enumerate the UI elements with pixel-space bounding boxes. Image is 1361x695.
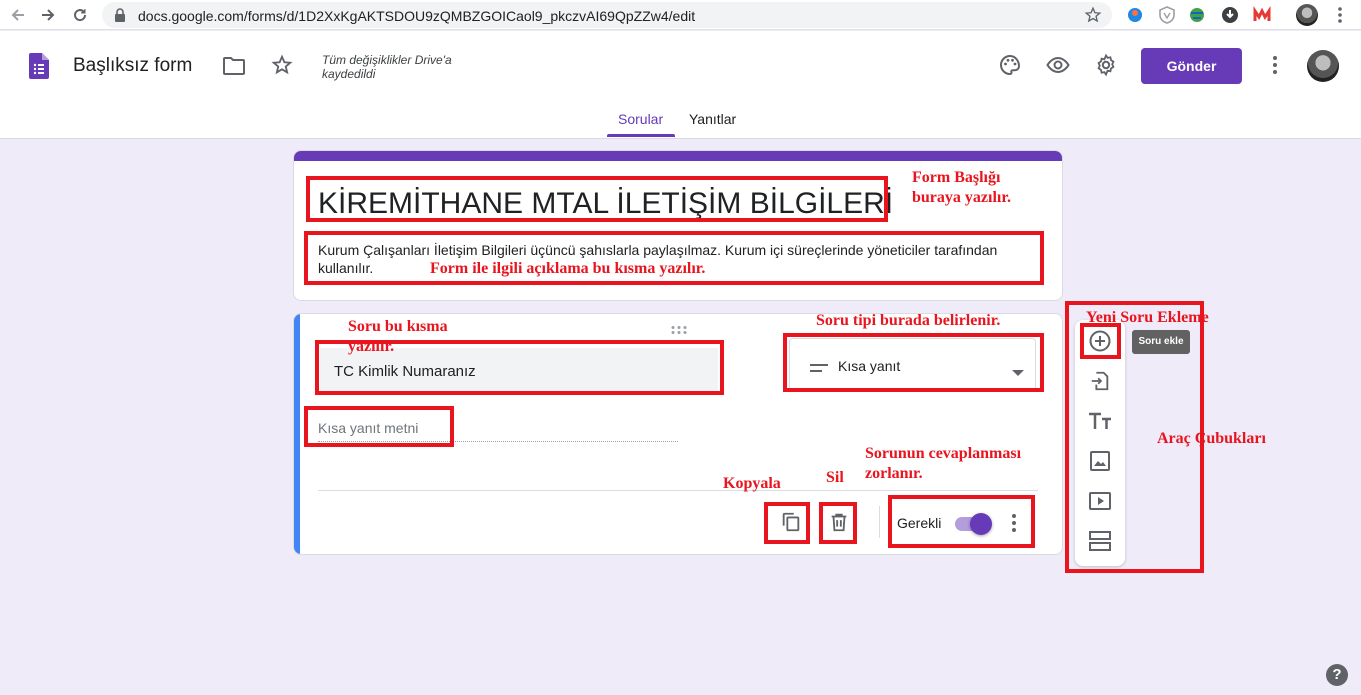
annotation-form-description: Form ile ilgili açıklama bu kısma yazılı…	[430, 260, 706, 277]
folder-icon[interactable]	[221, 53, 247, 79]
help-icon[interactable]: ?	[1326, 664, 1348, 686]
card-accent-bar	[294, 151, 1062, 161]
bookmark-star-icon[interactable]	[1084, 6, 1102, 29]
address-bar[interactable]: docs.google.com/forms/d/1D2XxKgAKTSDOU9z…	[102, 2, 1112, 28]
card-divider	[318, 490, 1038, 491]
annotation-box-answer	[304, 406, 454, 447]
annotation-form-title: Form Başlığı buraya yazılır.	[912, 169, 1011, 206]
browser-profile-avatar[interactable]	[1296, 4, 1318, 26]
browser-toolbar: docs.google.com/forms/d/1D2XxKgAKTSDOU9z…	[0, 0, 1361, 30]
forms-logo-icon[interactable]	[26, 53, 52, 79]
drag-handle-icon[interactable]	[670, 322, 688, 340]
browser-menu-icon[interactable]	[1330, 5, 1350, 25]
annotation-box-title	[306, 176, 888, 222]
url-text: docs.google.com/forms/d/1D2XxKgAKTSDOU9z…	[138, 8, 696, 24]
active-question-bar	[294, 314, 300, 554]
forward-arrow-icon[interactable]	[38, 5, 58, 25]
annotation-add-question: Yeni Soru Ekleme	[1086, 309, 1209, 326]
form-doc-title[interactable]: Başlıksız form	[73, 55, 192, 77]
tab-responses[interactable]: Yanıtlar	[689, 111, 736, 127]
annotation-copy: Kopyala	[723, 475, 781, 492]
tab-questions[interactable]: Sorular	[618, 111, 663, 127]
back-arrow-icon[interactable]	[8, 5, 28, 25]
m-extension-icon[interactable]	[1252, 5, 1272, 25]
send-button[interactable]: Gönder	[1141, 48, 1242, 84]
more-options-icon[interactable]	[1262, 52, 1288, 78]
annotation-question-type: Soru tipi burada belirlenir.	[816, 312, 1001, 329]
footer-divider	[879, 506, 880, 538]
annotation-required: Sorunun cevaplanması zorlanır.	[865, 445, 1022, 482]
annotation-box-copy	[764, 502, 810, 544]
lock-icon	[114, 8, 126, 27]
globe-extension-icon[interactable]	[1187, 5, 1207, 25]
active-tab-indicator	[607, 134, 675, 137]
settings-gear-icon[interactable]	[1093, 52, 1119, 78]
palette-icon[interactable]	[997, 52, 1023, 78]
reload-icon[interactable]	[70, 5, 90, 25]
annotation-box-add	[1080, 323, 1121, 359]
annotation-delete: Sil	[826, 469, 844, 486]
shield-extension-icon[interactable]	[1157, 5, 1177, 25]
forms-header: Başlıksız form Tüm değişiklikler Drive'a…	[0, 31, 1361, 139]
star-icon[interactable]	[269, 52, 295, 78]
account-avatar[interactable]	[1307, 50, 1339, 82]
annotation-toolbars: Araç Çubukları	[1157, 430, 1266, 447]
annotation-box-required	[888, 495, 1035, 548]
annotation-question: Soru bu kısma yazılır.	[348, 318, 448, 355]
extension-icon[interactable]	[1125, 5, 1145, 25]
annotation-box-delete	[819, 502, 857, 544]
annotation-box-type	[783, 333, 1044, 392]
download-extension-icon[interactable]	[1220, 5, 1240, 25]
preview-eye-icon[interactable]	[1045, 52, 1071, 78]
save-status: Tüm değişiklikler Drive'a kaydedildi	[322, 53, 452, 81]
